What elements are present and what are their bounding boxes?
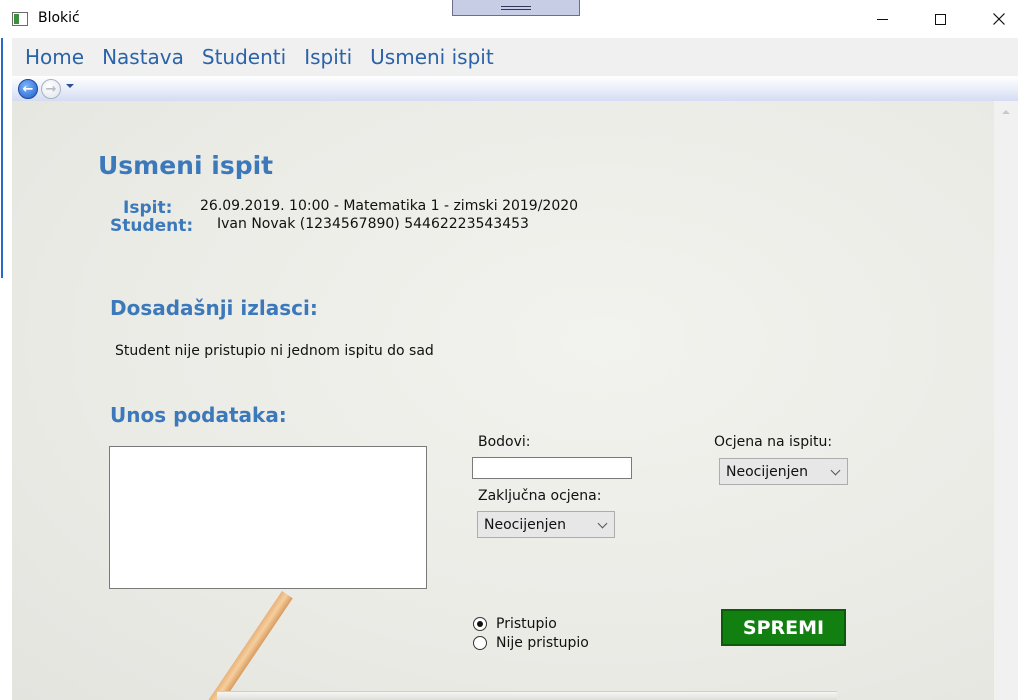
radio-nije-pristupio[interactable] [473, 636, 487, 650]
radio-pristupio-label[interactable]: Pristupio [496, 616, 557, 632]
close-button[interactable] [976, 0, 1022, 38]
chevron-down-icon [597, 518, 608, 529]
data-entry-heading: Unos podataka: [110, 403, 287, 427]
previous-attempts-heading: Dosadašnji izlasci: [110, 296, 318, 320]
pencil-decoration [203, 591, 293, 700]
forward-arrow-icon[interactable]: → [41, 79, 61, 99]
app-icon [12, 12, 28, 26]
bodovi-input[interactable] [472, 457, 632, 479]
ocjena-na-ispitu-label: Ocjena na ispitu: [714, 434, 833, 450]
title-bar[interactable]: Blokić [0, 0, 1033, 38]
chevron-down-icon [830, 465, 841, 476]
student-label: Student: [110, 216, 194, 236]
student-value: Ivan Novak (1234567890) 54462223543453 [217, 216, 529, 232]
vertical-scrollbar[interactable] [994, 101, 1018, 700]
ocjena-na-ispitu-select[interactable]: Neocijenjen [719, 458, 848, 485]
menu-item-ispiti[interactable]: Ispiti [304, 45, 352, 69]
ispit-label: Ispit: [123, 198, 173, 218]
window-right-edge [1018, 38, 1030, 700]
paper-decoration [217, 691, 837, 700]
window-left-edge [0, 38, 10, 700]
maximize-icon [934, 13, 946, 25]
bodovi-label: Bodovi: [478, 434, 531, 450]
drag-handle[interactable] [452, 0, 580, 16]
zakljucna-ocjena-label: Zaključna ocjena: [478, 488, 602, 504]
zakljucna-ocjena-value: Neocijenjen [484, 516, 566, 533]
maximize-button[interactable] [917, 0, 963, 38]
menu-item-home[interactable]: Home [25, 45, 84, 69]
ispit-value: 26.09.2019. 10:00 - Matematika 1 - zimsk… [200, 198, 579, 214]
back-arrow-icon[interactable]: ← [18, 79, 38, 99]
menu-item-usmeni-ispit[interactable]: Usmeni ispit [370, 45, 494, 69]
radio-nije-pristupio-label[interactable]: Nije pristupio [496, 635, 589, 651]
history-dropdown-icon[interactable] [66, 84, 74, 88]
page-content: Usmeni ispit Ispit: 26.09.2019. 10:00 - … [12, 101, 994, 700]
zakljucna-ocjena-select[interactable]: Neocijenjen [477, 511, 615, 538]
menu-item-nastava[interactable]: Nastava [102, 45, 184, 69]
scroll-up-icon[interactable] [1002, 110, 1010, 114]
main-menu: Home Nastava Studenti Ispiti Usmeni ispi… [12, 38, 1018, 76]
page-title: Usmeni ispit [98, 151, 274, 180]
app-window: Blokić Home Nastava Studenti Ispiti Usme… [0, 0, 1033, 700]
notes-textarea[interactable] [109, 446, 427, 589]
menu-item-studenti[interactable]: Studenti [202, 45, 286, 69]
previous-attempts-text: Student nije pristupio ni jednom ispitu … [115, 343, 434, 359]
minimize-button[interactable] [859, 0, 905, 38]
radio-pristupio[interactable] [473, 617, 487, 631]
save-button[interactable]: SPREMI [721, 609, 846, 646]
ocjena-na-ispitu-value: Neocijenjen [726, 463, 808, 480]
window-title: Blokić [38, 10, 80, 26]
close-icon [993, 13, 1005, 25]
navigation-bar: ← → [12, 76, 1018, 102]
minimize-icon [876, 18, 888, 20]
